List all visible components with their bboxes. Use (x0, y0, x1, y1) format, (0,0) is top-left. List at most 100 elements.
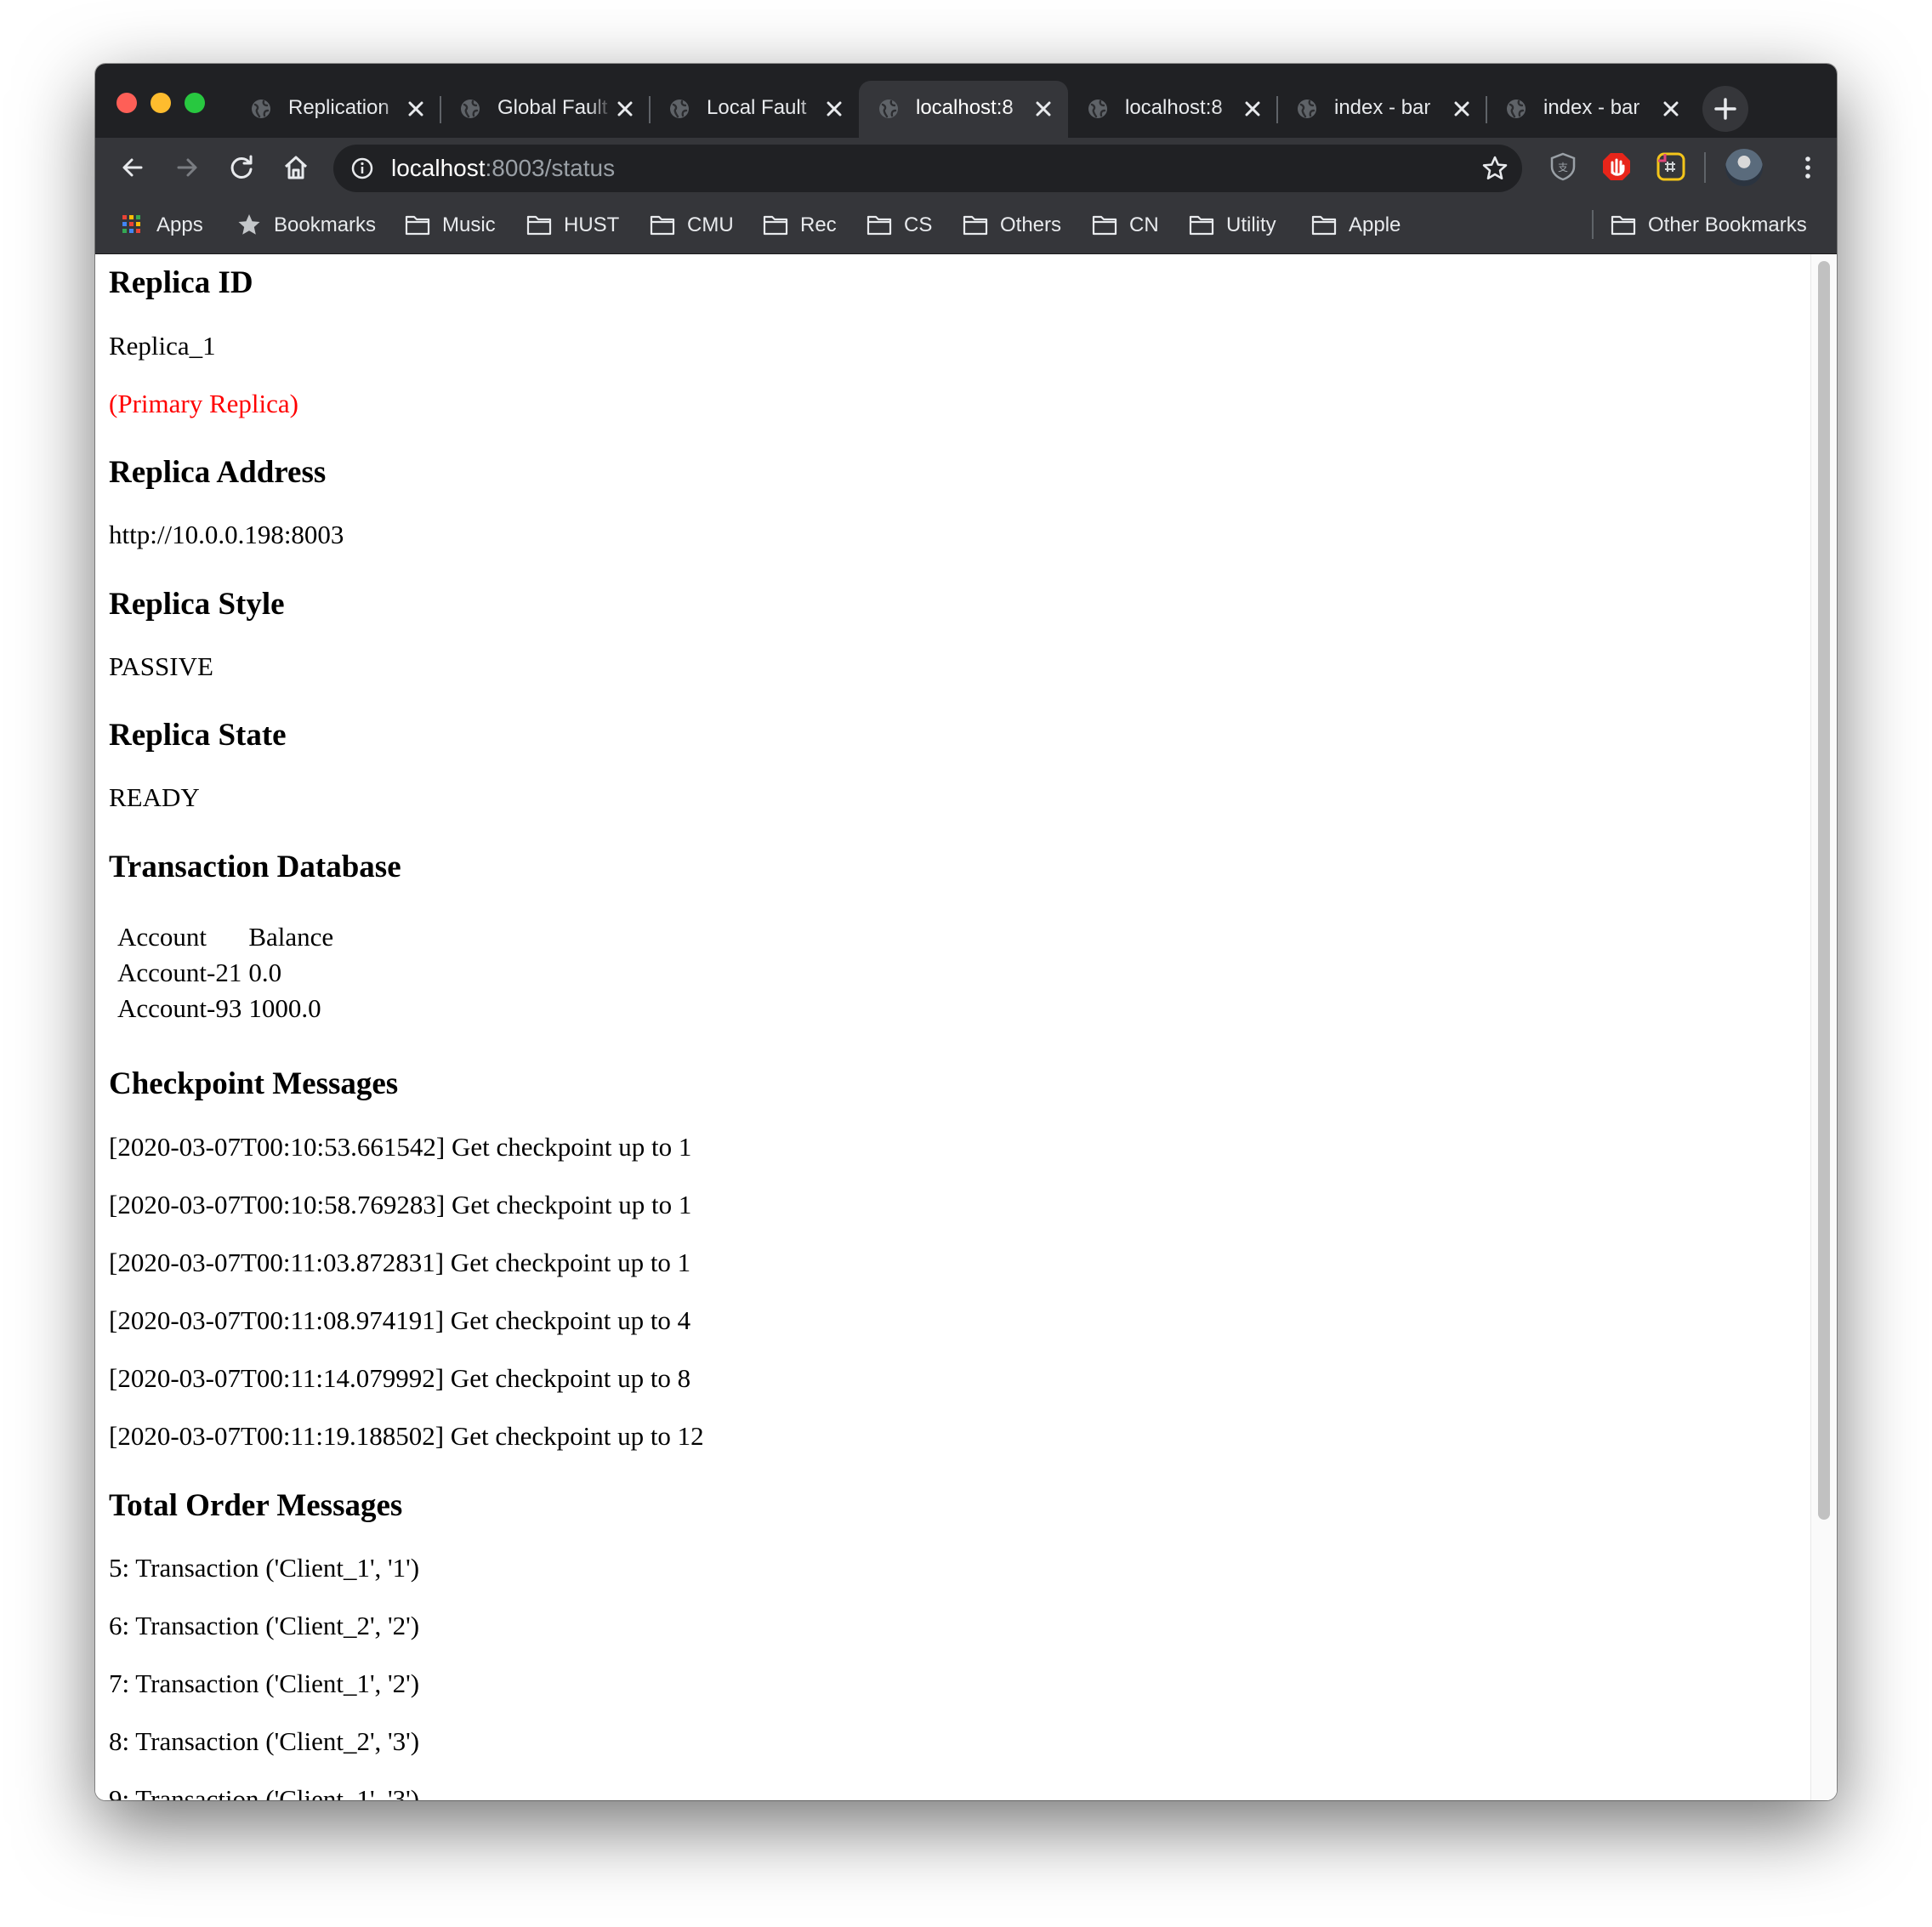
tab-title: Replication (288, 96, 389, 119)
browser-tab[interactable]: index - bar (1486, 81, 1696, 138)
shield-extension-icon[interactable]: 支 (1547, 151, 1579, 183)
replica-style-value: PASSIVE (109, 651, 213, 681)
replica-address-value: http://10.0.0.198:8003 (109, 520, 344, 549)
back-icon[interactable] (117, 152, 148, 183)
account-cell: Account-93 (117, 993, 242, 1023)
folder-icon (405, 215, 430, 236)
table-row: Account-21 0.0 (116, 956, 335, 990)
bookmark-label: Music (442, 213, 496, 236)
browser-tab[interactable]: index - bar (1277, 81, 1486, 138)
tab-title: index - bar (1543, 96, 1640, 119)
bookmark-label: CN (1129, 213, 1159, 236)
folder-icon (1311, 215, 1337, 236)
column-header-account: Account (117, 922, 207, 952)
browser-tab[interactable]: Global Fault (440, 81, 650, 138)
globe-icon (1298, 99, 1316, 118)
close-icon[interactable] (614, 98, 636, 120)
browser-tab[interactable]: Local Fault (650, 81, 859, 138)
info-icon[interactable] (350, 156, 374, 180)
globe-icon (670, 99, 689, 118)
replica-style-heading: Replica Style (109, 587, 285, 622)
total-order-message: 6: Transaction ('Client_2', '2') (109, 1611, 420, 1640)
close-icon[interactable] (1032, 98, 1054, 120)
tab-title: index - bar (1334, 96, 1431, 119)
folder-icon (650, 215, 675, 236)
close-icon[interactable] (823, 98, 845, 120)
new-tab-button[interactable] (1702, 86, 1748, 132)
close-icon[interactable] (1660, 98, 1682, 120)
folder-icon (1189, 215, 1214, 236)
folder-icon (763, 215, 788, 236)
replica-id-heading: Replica ID (109, 265, 253, 300)
browser-tab[interactable]: localhost:8 (859, 81, 1068, 138)
tab-title: Local Fault (707, 96, 807, 119)
page-scrollbar[interactable] (1810, 254, 1837, 1800)
total-order-message: 9: Transaction ('Client_1', '3') (109, 1784, 420, 1800)
browser-window: Replication Global Fault Local Fault localh… (95, 64, 1837, 1800)
close-icon[interactable] (405, 98, 427, 120)
globe-icon (1507, 99, 1526, 118)
scrollbar-thumb[interactable] (1818, 261, 1830, 1520)
table-row: Account-93 1000.0 (116, 992, 335, 1026)
balance-cell: 1000.0 (248, 993, 321, 1023)
bookmark-label: Other Bookmarks (1648, 213, 1807, 236)
zoom-window-button[interactable] (185, 93, 205, 113)
url-text[interactable]: localhost:8003/status (391, 155, 615, 182)
bookmark-label: Bookmarks (274, 213, 377, 236)
folder-icon (867, 215, 892, 236)
tab-title: localhost:8 (916, 96, 1014, 119)
slack-extension-icon[interactable] (1655, 151, 1687, 183)
checkpoint-message: [2020-03-07T00:10:53.661542] Get checkpo… (109, 1132, 692, 1162)
tab-title: localhost:8 (1125, 96, 1223, 119)
close-icon[interactable] (1451, 98, 1473, 120)
reload-icon[interactable] (226, 152, 257, 183)
plus-icon (1714, 98, 1736, 120)
folder-icon (526, 215, 552, 236)
folder-icon (963, 215, 988, 236)
bookmark-label: Utility (1226, 213, 1276, 236)
bookmark-label: CMU (687, 213, 734, 236)
toolbar-divider (1704, 152, 1706, 183)
column-header-balance: Balance (248, 922, 334, 952)
address-bar[interactable]: localhost:8003/status (333, 145, 1522, 192)
tab-title: Global Fault (497, 96, 608, 119)
close-icon[interactable] (1242, 98, 1264, 120)
transaction-table: Account Balance Account-21 0.0 Account-9… (112, 918, 338, 1027)
total-order-message: 5: Transaction ('Client_1', '1') (109, 1553, 420, 1583)
folder-icon (1092, 215, 1117, 236)
browser-tab[interactable]: Replication (231, 81, 440, 138)
bookmarks-divider (1592, 210, 1594, 239)
star-icon (238, 214, 260, 235)
globe-icon (1088, 99, 1107, 118)
avatar[interactable] (1725, 149, 1763, 186)
tab-strip: Replication Global Fault Local Fault localh… (95, 64, 1837, 138)
table-header-row: Account Balance (116, 920, 335, 954)
balance-cell: 0.0 (248, 958, 282, 987)
folder-icon (1611, 215, 1636, 236)
close-window-button[interactable] (116, 93, 137, 113)
home-icon[interactable] (281, 152, 311, 183)
browser-tab[interactable]: localhost:8 (1068, 81, 1277, 138)
bookmark-label: Others (1000, 213, 1062, 236)
replica-state-value: READY (109, 782, 200, 812)
account-cell: Account-21 (117, 958, 242, 987)
forward-icon[interactable] (172, 152, 202, 183)
minimize-window-button[interactable] (151, 93, 171, 113)
globe-icon (879, 99, 898, 118)
replica-address-heading: Replica Address (109, 455, 327, 490)
replica-state-heading: Replica State (109, 718, 287, 753)
checkpoint-message: [2020-03-07T00:10:58.769283] Get checkpo… (109, 1190, 692, 1219)
menu-kebab-icon[interactable] (1793, 152, 1823, 183)
adblock-extension-icon[interactable] (1600, 151, 1633, 183)
browser-toolbar: localhost:8003/status 支 (95, 138, 1837, 197)
primary-replica-label: (Primary Replica) (109, 389, 298, 418)
bookmark-label: CS (904, 213, 933, 236)
bookmark-star-icon[interactable] (1481, 155, 1509, 182)
total-order-message: 7: Transaction ('Client_1', '2') (109, 1668, 420, 1698)
checkpoint-messages-heading: Checkpoint Messages (109, 1066, 399, 1101)
total-order-messages-heading: Total Order Messages (109, 1488, 403, 1523)
apps-grid-icon (122, 215, 140, 233)
bookmark-label: HUST (564, 213, 620, 236)
replica-id-value: Replica_1 (109, 331, 216, 361)
checkpoint-message: [2020-03-07T00:11:14.079992] Get checkpo… (109, 1363, 691, 1393)
